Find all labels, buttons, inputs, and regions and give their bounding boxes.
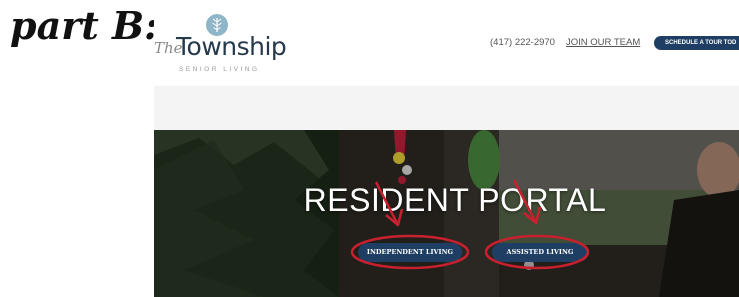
township-logo[interactable]: The Township SENIOR LIVING [154,12,294,74]
join-our-team-link[interactable]: JOIN OUR TEAM [566,37,640,48]
schedule-tour-button[interactable]: SCHEDULE A TOUR TOD [654,36,739,50]
part-b-label: part B: [10,3,159,48]
independent-living-button[interactable]: INDEPENDENT LIVING [358,243,462,262]
hero-banner: RESIDENT PORTAL INDEPENDENT LIVING ASSIS… [154,130,739,297]
assisted-living-button[interactable]: ASSISTED LIVING [492,243,588,262]
logo-name: Township [176,32,287,61]
logo-subtitle: SENIOR LIVING [179,66,260,73]
header-divider-band [154,86,739,130]
page-title: RESIDENT PORTAL [303,182,607,218]
website-frame: The Township SENIOR LIVING (417) 222-297… [154,0,739,297]
site-header: The Township SENIOR LIVING (417) 222-297… [154,0,739,86]
phone-link[interactable]: (417) 222-2970 [490,37,555,48]
